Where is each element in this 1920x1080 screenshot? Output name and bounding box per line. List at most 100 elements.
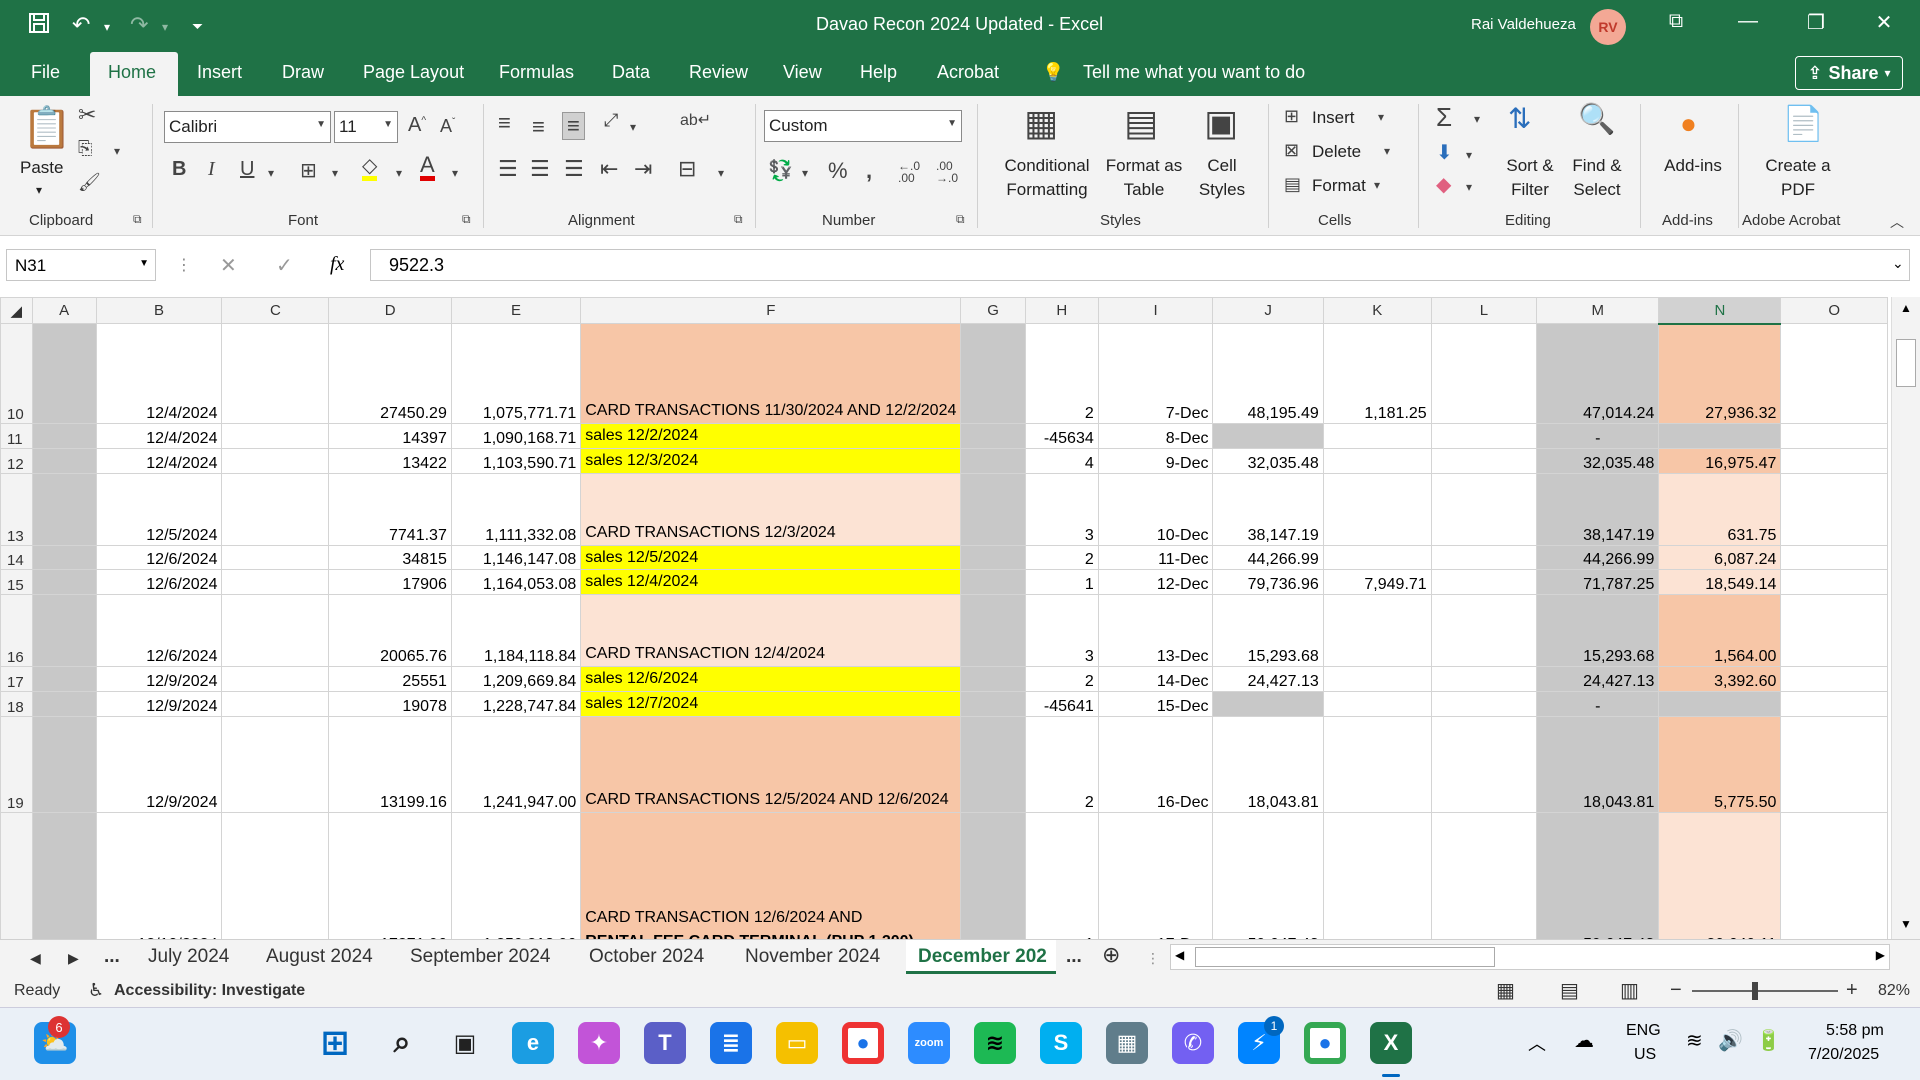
cell-K[interactable] (1322, 544, 1432, 571)
paste-dropdown-icon[interactable]: ▾ (36, 178, 42, 202)
onedrive-icon[interactable]: ☁ (1574, 1028, 1594, 1053)
sheet-tab-august[interactable]: August 2024 (266, 946, 373, 968)
cell-H[interactable]: 2 (1024, 323, 1099, 424)
excel-icon[interactable]: X (1370, 1022, 1412, 1064)
paste-button[interactable]: Paste (20, 156, 63, 180)
tab-file[interactable]: File (31, 62, 60, 83)
cell-B[interactable]: 12/6/2024 (95, 544, 223, 571)
zoom-slider[interactable] (1692, 982, 1838, 1000)
notepad-icon[interactable]: ≣ (710, 1022, 752, 1064)
cell-K[interactable] (1322, 715, 1432, 813)
cell-O[interactable] (1780, 323, 1888, 424)
fill-dropdown-icon[interactable]: ▾ (1466, 148, 1472, 162)
cell-O[interactable] (1780, 715, 1888, 813)
row-header[interactable]: 16 (0, 594, 33, 668)
wrap-text-icon[interactable]: ab↵ (680, 110, 711, 130)
cell-E[interactable]: 1,103,590.71 (450, 447, 582, 474)
cell-J[interactable]: 59,647.43 (1212, 811, 1324, 939)
cell-E[interactable]: 1,228,747.84 (450, 690, 582, 717)
cell-M[interactable]: 24,427.13 (1536, 666, 1660, 692)
col-header-B[interactable]: B (95, 297, 223, 324)
cell-O[interactable] (1780, 594, 1888, 668)
cell-F[interactable]: sales 12/5/2024 (580, 544, 962, 571)
cell-K[interactable] (1322, 690, 1432, 717)
create-pdf-icon[interactable]: 📄 (1782, 104, 1824, 144)
prev-sheet-icon[interactable]: ◀ (30, 950, 41, 967)
col-header-L[interactable]: L (1430, 297, 1538, 324)
cell-I[interactable]: 15-Dec (1097, 690, 1214, 717)
conditional-formatting-icon[interactable]: ▦ (1024, 102, 1058, 144)
cell-L[interactable] (1430, 423, 1538, 449)
cell-O[interactable] (1780, 423, 1888, 449)
col-header-O[interactable]: O (1780, 297, 1888, 324)
decrease-indent-icon[interactable]: ⇤ (600, 156, 618, 182)
cell-E[interactable]: 1,090,168.71 (450, 423, 582, 449)
cell-I[interactable]: 17-Dec (1097, 811, 1214, 939)
start-icon[interactable]: ⊞ (314, 1022, 356, 1064)
cell-B[interactable]: 12/6/2024 (95, 569, 223, 596)
cell-J[interactable]: 48,195.49 (1212, 323, 1324, 424)
volume-icon[interactable]: 🔊 (1718, 1028, 1743, 1053)
autosum-icon[interactable]: Σ (1436, 102, 1452, 133)
row-header[interactable]: 13 (0, 472, 33, 546)
font-color-dropdown-icon[interactable]: ▾ (452, 166, 458, 180)
format-cells-icon[interactable]: ▤ (1284, 174, 1301, 195)
cell-D[interactable]: 17271.96 (328, 811, 452, 939)
cell-I[interactable]: 10-Dec (1097, 472, 1214, 546)
cell-C[interactable] (221, 715, 330, 813)
cell-N[interactable]: 631.75 (1658, 472, 1782, 546)
delete-cells-button[interactable]: Delete (1312, 140, 1361, 164)
cell-N[interactable] (1658, 690, 1782, 717)
cell-B[interactable]: 12/9/2024 (95, 666, 223, 692)
teams-icon[interactable]: T (644, 1022, 686, 1064)
cell-K[interactable] (1322, 594, 1432, 668)
row-header[interactable]: 11 (0, 423, 33, 449)
undo-dropdown-icon[interactable]: ▾ (104, 20, 110, 34)
top-align-icon[interactable]: ≡ (498, 110, 511, 136)
comma-style-icon[interactable]: , (866, 158, 872, 184)
decrease-font-size-icon[interactable]: Aˇ (440, 116, 455, 137)
tab-splitter-icon[interactable]: ⋮ (1146, 950, 1160, 967)
orientation-dropdown-icon[interactable]: ▾ (630, 120, 636, 134)
row-header[interactable]: 12 (0, 447, 33, 474)
paste-icon[interactable]: 📋 (22, 104, 72, 151)
cell-L[interactable] (1430, 544, 1538, 571)
sheet-tab-november[interactable]: November 2024 (745, 946, 880, 968)
underline-icon[interactable]: U (240, 158, 254, 181)
cell-I[interactable]: 12-Dec (1097, 569, 1214, 596)
cell-C[interactable] (221, 472, 330, 546)
cell-N[interactable]: 3,392.60 (1658, 666, 1782, 692)
chrome-icon[interactable]: ● (842, 1022, 884, 1064)
cell-G[interactable] (960, 544, 1026, 571)
cell-I[interactable]: 13-Dec (1097, 594, 1214, 668)
cell-L[interactable] (1430, 715, 1538, 813)
col-header-N[interactable]: N (1658, 297, 1782, 325)
format-as-table-button[interactable]: Format as Table (1100, 154, 1188, 202)
tab-page-layout[interactable]: Page Layout (363, 62, 464, 83)
cell-O[interactable] (1780, 666, 1888, 692)
cell-D[interactable]: 13422 (328, 447, 452, 474)
tab-insert[interactable]: Insert (197, 62, 242, 83)
tab-formulas[interactable]: Formulas (499, 62, 574, 83)
increase-font-size-icon[interactable]: A^ (408, 114, 426, 137)
cell-E[interactable]: 1,075,771.71 (450, 323, 582, 424)
cell-L[interactable] (1430, 594, 1538, 668)
edge-icon[interactable]: e (512, 1022, 554, 1064)
cell-J[interactable]: 24,427.13 (1212, 666, 1324, 692)
tab-help[interactable]: Help (860, 62, 897, 83)
cell-M[interactable]: 38,147.19 (1536, 472, 1660, 546)
region-indicator[interactable]: US (1634, 1046, 1656, 1064)
cell-O[interactable] (1780, 472, 1888, 546)
file-explorer-icon[interactable]: ▭ (776, 1022, 818, 1064)
zoom-slider-thumb[interactable] (1752, 982, 1758, 1000)
cell-L[interactable] (1430, 447, 1538, 474)
tab-draw[interactable]: Draw (282, 62, 324, 83)
cell-G[interactable] (960, 811, 1026, 939)
delete-dropdown-icon[interactable]: ▾ (1384, 144, 1390, 158)
cell-D[interactable]: 34815 (328, 544, 452, 571)
cell-M[interactable]: 59,647.43 (1536, 811, 1660, 939)
cell-J[interactable]: 79,736.96 (1212, 569, 1324, 596)
sort-filter-button[interactable]: Sort & Filter (1500, 154, 1560, 202)
insert-dropdown-icon[interactable]: ▾ (1378, 110, 1384, 124)
cell-F[interactable]: CARD TRANSACTION 12/6/2024 AND RENTAL FEE… (580, 811, 962, 939)
